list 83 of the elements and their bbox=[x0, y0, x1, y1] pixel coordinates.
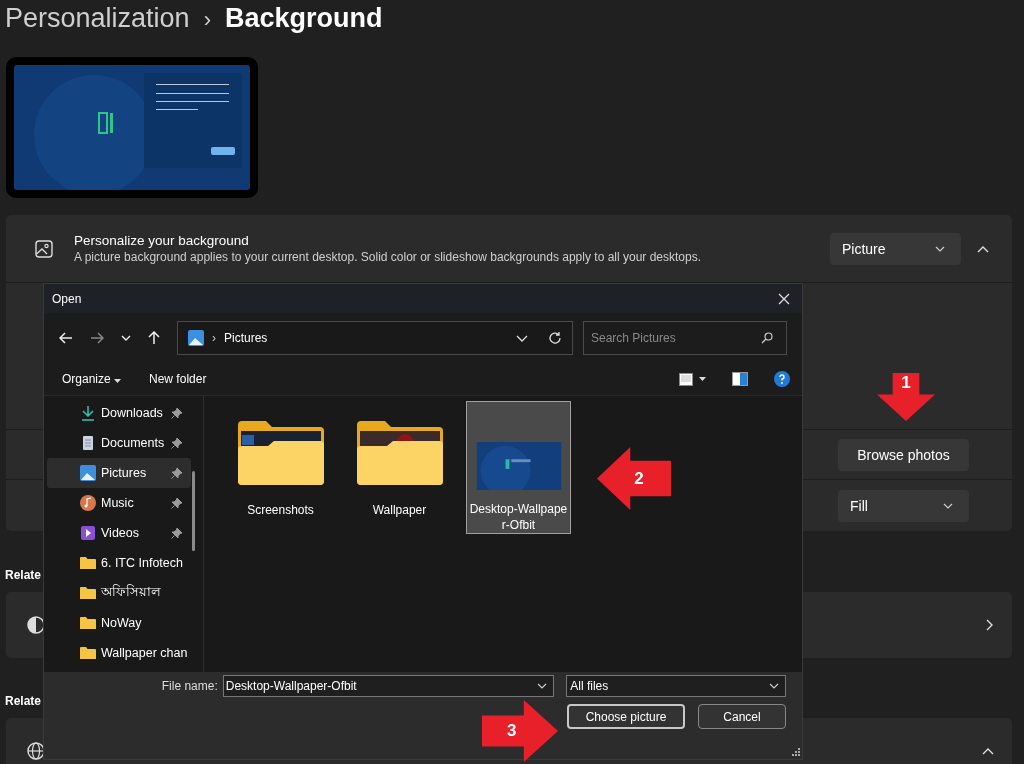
file-name: Wallpaper bbox=[371, 502, 428, 518]
caret-icon[interactable] bbox=[699, 377, 706, 381]
nav-label: Music bbox=[101, 496, 135, 510]
nav-label: Downloads bbox=[101, 406, 164, 420]
browse-photos-button[interactable]: Browse photos bbox=[838, 438, 969, 471]
search-field[interactable]: Search Pictures bbox=[583, 321, 787, 355]
dialog-title: Open bbox=[52, 291, 82, 306]
nav-item[interactable]: NoWay bbox=[47, 608, 191, 638]
up-arrow-icon[interactable] bbox=[148, 331, 160, 345]
page-title: Background bbox=[224, 3, 383, 34]
nav-label: Wallpaper chan bbox=[101, 646, 189, 660]
chevron-down-icon[interactable] bbox=[121, 335, 131, 341]
organize-menu-button[interactable]: Organize bbox=[56, 368, 128, 390]
breadcrumb-separator: › bbox=[203, 7, 211, 33]
chevron-down-icon bbox=[935, 245, 945, 252]
nav-item[interactable]: Documents bbox=[47, 428, 191, 458]
path-segment[interactable]: Pictures bbox=[224, 331, 268, 345]
chevron-down-icon bbox=[537, 683, 548, 689]
help-icon[interactable] bbox=[774, 371, 790, 387]
breadcrumb-parent[interactable]: Personalization bbox=[5, 3, 190, 34]
nav-item[interactable]: Pictures bbox=[47, 458, 191, 488]
picture-icon bbox=[80, 465, 96, 481]
section-heading: Relate bbox=[5, 568, 42, 582]
close-icon[interactable] bbox=[778, 292, 790, 305]
caret-icon bbox=[114, 379, 122, 383]
collapse-chevron-icon[interactable] bbox=[977, 244, 989, 253]
file-tile[interactable]: Desktop-Wallpaper-Ofbit bbox=[466, 401, 571, 534]
address-bar[interactable]: › Pictures bbox=[177, 321, 573, 355]
cancel-button[interactable]: Cancel bbox=[698, 704, 786, 729]
file-tile[interactable]: Screenshots bbox=[228, 401, 333, 534]
folder-icon bbox=[80, 646, 96, 660]
music-icon bbox=[80, 495, 96, 511]
nav-label: Pictures bbox=[101, 466, 148, 480]
background-type-dropdown[interactable]: Picture bbox=[830, 232, 961, 265]
folder-icon bbox=[80, 556, 96, 570]
nav-label: 6. ITC Infotech bbox=[101, 556, 184, 570]
chevron-down-icon bbox=[769, 683, 779, 689]
forward-arrow-icon[interactable] bbox=[90, 332, 104, 344]
picture-icon bbox=[188, 330, 204, 346]
nav-item[interactable]: Music bbox=[47, 488, 191, 518]
contrast-icon bbox=[26, 615, 46, 635]
nav-label: অফিসিয়াল bbox=[101, 583, 162, 601]
back-arrow-icon[interactable] bbox=[59, 332, 73, 344]
file-name: Screenshots bbox=[246, 502, 315, 518]
chevron-down-icon[interactable] bbox=[516, 334, 528, 342]
video-icon bbox=[80, 525, 96, 541]
folder-icon bbox=[80, 586, 96, 600]
setting-description: A picture background applies to your current desktop. Solid color or slideshow backgrounds apply to all your desktops. bbox=[74, 250, 703, 264]
preview-pane-icon[interactable] bbox=[732, 372, 748, 386]
chevron-up-icon bbox=[982, 747, 994, 755]
chevron-down-icon bbox=[943, 502, 953, 509]
chevron-right-icon bbox=[986, 619, 994, 631]
picture-icon bbox=[34, 238, 54, 259]
nav-label: Documents bbox=[101, 436, 166, 450]
refresh-icon[interactable] bbox=[548, 331, 562, 345]
path-separator: › bbox=[212, 331, 216, 345]
scrollbar-thumb[interactable] bbox=[192, 471, 195, 551]
file-name: Desktop-Wallpaper-Ofbit bbox=[468, 501, 569, 533]
setting-title: Personalize your background bbox=[74, 233, 250, 248]
nav-item[interactable]: Downloads bbox=[47, 398, 191, 428]
resize-grip-icon[interactable] bbox=[792, 748, 800, 756]
download-icon bbox=[80, 405, 96, 421]
search-icon bbox=[761, 332, 773, 344]
globe-icon bbox=[26, 741, 46, 761]
document-icon bbox=[80, 435, 96, 451]
folder-icon bbox=[356, 418, 443, 486]
folder-icon bbox=[80, 616, 96, 630]
view-icon[interactable] bbox=[679, 372, 693, 386]
nav-item[interactable]: Videos bbox=[47, 518, 191, 548]
fit-dropdown[interactable]: Fill bbox=[838, 489, 969, 522]
file-tile[interactable]: Wallpaper bbox=[347, 401, 452, 534]
section-heading: Relate bbox=[5, 694, 42, 708]
nav-item[interactable]: Wallpaper chan bbox=[47, 638, 191, 668]
nav-item[interactable]: অফিসিয়াল bbox=[47, 578, 191, 608]
file-name-label: File name: bbox=[160, 679, 219, 693]
file-name-field[interactable]: Desktop-Wallpaper-Ofbit bbox=[222, 675, 555, 697]
file-type-dropdown[interactable]: All files bbox=[566, 675, 786, 697]
new-folder-button[interactable]: New folder bbox=[143, 368, 213, 390]
nav-label: Videos bbox=[101, 526, 140, 540]
nav-label: NoWay bbox=[101, 616, 143, 630]
choose-picture-button[interactable]: Choose picture bbox=[567, 704, 685, 729]
folder-icon bbox=[237, 418, 324, 486]
nav-item[interactable]: 6. ITC Infotech bbox=[47, 548, 191, 578]
